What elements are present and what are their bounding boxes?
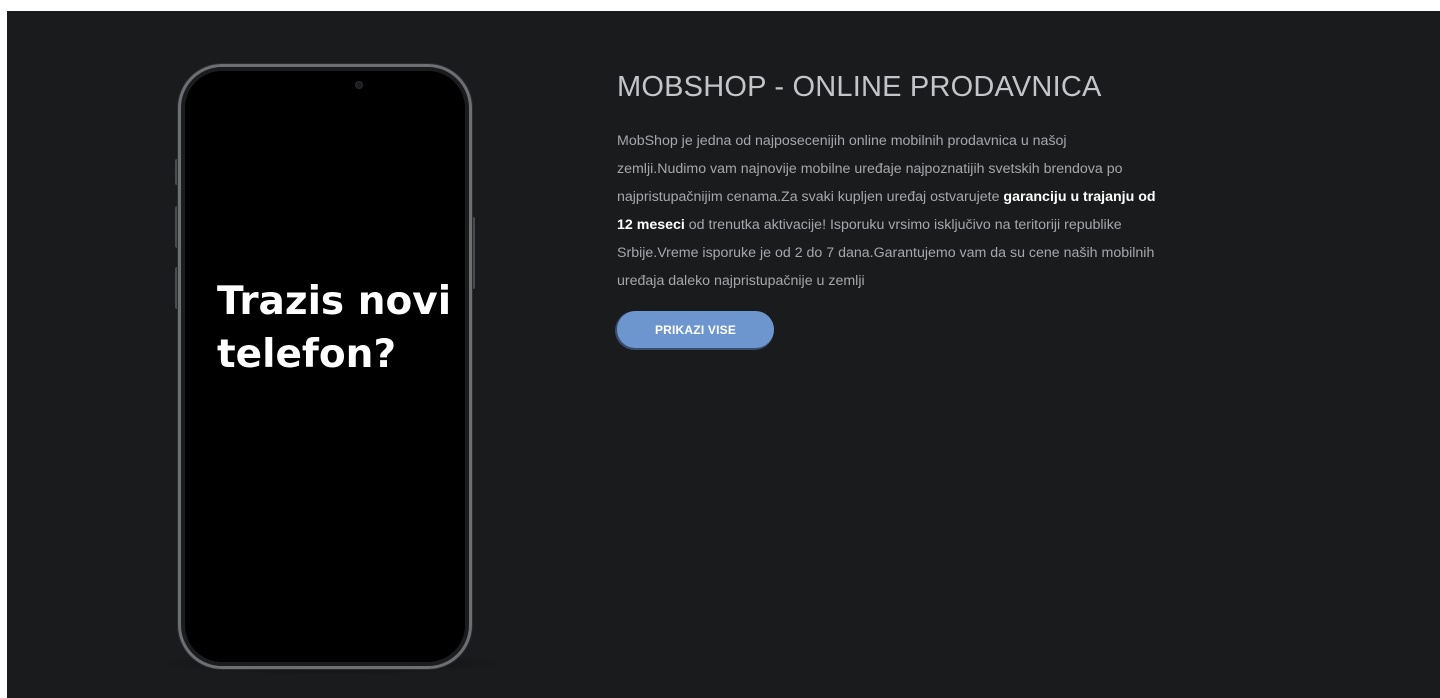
section-title: MOBSHOP - ONLINE PRODAVNICA	[617, 71, 1102, 103]
section-description: MobShop je jedna od najposecenijih onlin…	[617, 127, 1157, 295]
about-section: Trazis novi telefon? MOBSHOP - ONLINE PRO…	[7, 11, 1440, 698]
description-text-part2: od trenutka aktivacije! Isporuku vrsimo …	[617, 217, 1155, 289]
phone-camera-icon	[355, 81, 363, 89]
phone-screen-text-line1: Trazis novi	[217, 279, 452, 324]
phone-screen-text-line2: telefon?	[217, 332, 397, 377]
phone-screen-text: Trazis novi telefon?	[217, 275, 477, 381]
show-more-button[interactable]: PRIKAZI VISE	[617, 311, 774, 348]
